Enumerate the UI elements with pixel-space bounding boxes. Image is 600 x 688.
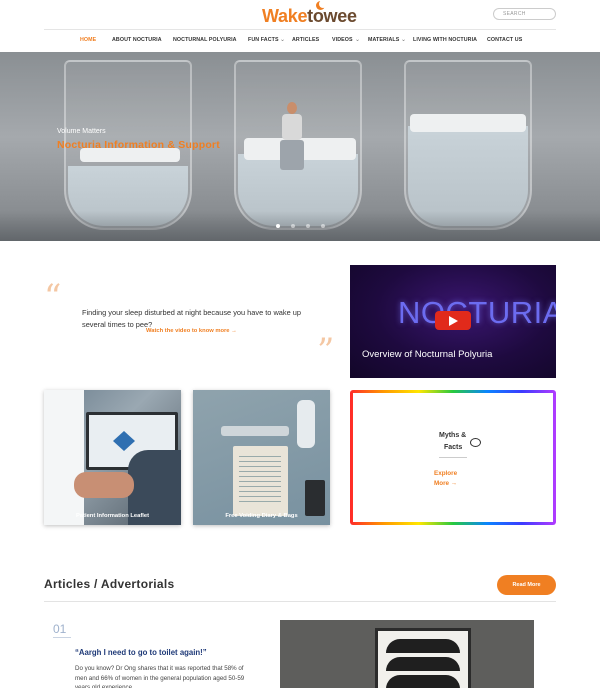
nav-item-home[interactable]: HOME: [80, 37, 96, 43]
card-myths-facts[interactable]: Myths & Facts Explore More →: [350, 390, 556, 525]
open-quote-icon: “: [44, 277, 62, 317]
nav-item-nocturnal-polyuria[interactable]: NOCTURNAL POLYURIA: [173, 37, 237, 43]
site-logo[interactable]: Waketowee: [262, 0, 357, 27]
nav-divider: [44, 29, 556, 30]
hand-image: [74, 472, 134, 498]
nav-item-contact-us[interactable]: CONTACT US: [487, 37, 522, 43]
card-voiding-diary[interactable]: Free Voiding Diary & Bags: [193, 390, 330, 525]
articles-heading: Articles / Advertorials: [44, 577, 175, 591]
watch-video-link[interactable]: Watch the video to know more →: [146, 328, 237, 334]
clipboard-image: [233, 446, 288, 516]
chevron-down-icon[interactable]: ⌄: [355, 36, 360, 43]
card-patient-leaflet[interactable]: Patient Information Leaflet: [44, 390, 181, 525]
chevron-down-icon[interactable]: ⌄: [401, 36, 406, 43]
doctor-coat-image: [44, 390, 84, 525]
slider-dots: [276, 224, 326, 230]
article-number-underline: [53, 637, 71, 638]
slide-dot[interactable]: [306, 224, 310, 228]
person-image: [274, 102, 310, 174]
framed-art-image: [375, 628, 471, 688]
tray-image: [221, 426, 289, 436]
video-player[interactable]: NOCTURIA Overview of Nocturnal Polyuria: [350, 265, 556, 378]
slide-dot[interactable]: [321, 224, 325, 228]
video-banner-text: NOCTURIA: [398, 295, 556, 330]
close-quote-icon: ”: [317, 331, 335, 371]
nav-item-living-with-nocturia[interactable]: LIVING WITH NOCTURIA: [413, 37, 477, 43]
slide-dot[interactable]: [291, 224, 295, 228]
myths-title-line1: Myths &: [439, 432, 467, 439]
explore-line2: More →: [434, 480, 458, 487]
logo-wee: wee: [323, 6, 357, 26]
article-excerpt: Do you know? Dr Ong shares that it was r…: [75, 665, 245, 688]
nav-item-about-nocturia[interactable]: ABOUT NOCTURIA: [112, 37, 162, 43]
card-caption: Free Voiding Diary & Bags: [225, 513, 298, 519]
article-title[interactable]: “Aargh I need to go to toilet again!”: [75, 648, 207, 657]
nav-item-articles[interactable]: ARTICLES: [292, 37, 319, 43]
logo-wake: Wake: [262, 6, 308, 26]
hero-banner[interactable]: Volume Matters Nocturia Information & Su…: [0, 52, 600, 241]
moon-icon: [316, 0, 327, 10]
chat-bubble-icon: [470, 438, 481, 447]
slide-dot[interactable]: [276, 224, 280, 228]
nav-item-videos[interactable]: VIDEOS: [332, 37, 353, 43]
myths-title-line2: Facts: [444, 444, 463, 451]
phone-image: [305, 480, 325, 516]
nav-item-materials[interactable]: MATERIALS: [368, 37, 399, 43]
hero-subtitle: Volume Matters: [57, 128, 106, 135]
site-header: Waketowee SEARCH HOME ABOUT NOCTURIA NOC…: [0, 0, 600, 52]
bed-image: [410, 114, 526, 132]
hero-title: Nocturia Information & Support: [57, 139, 220, 151]
card-caption: Patient Information Leaflet: [75, 513, 150, 519]
article-number: 01: [53, 622, 67, 636]
article-image[interactable]: [280, 620, 534, 688]
search-input[interactable]: SEARCH: [493, 8, 556, 20]
glass-image: [404, 60, 532, 230]
main-nav: HOME ABOUT NOCTURIA NOCTURNAL POLYURIA F…: [0, 37, 600, 47]
nav-item-fun-facts[interactable]: FUN FACTS: [248, 37, 279, 43]
bottle-image: [297, 400, 315, 448]
read-more-button[interactable]: Read More: [497, 575, 556, 595]
articles-divider: [44, 601, 556, 602]
play-icon[interactable]: [435, 311, 471, 330]
explore-line1: Explore: [434, 470, 458, 477]
explore-more-link[interactable]: Explore More →: [434, 469, 457, 489]
chevron-down-icon[interactable]: ⌄: [280, 36, 285, 43]
divider: [439, 457, 467, 458]
video-caption: Overview of Nocturnal Polyuria: [362, 349, 493, 360]
myths-title: Myths & Facts: [439, 430, 466, 454]
